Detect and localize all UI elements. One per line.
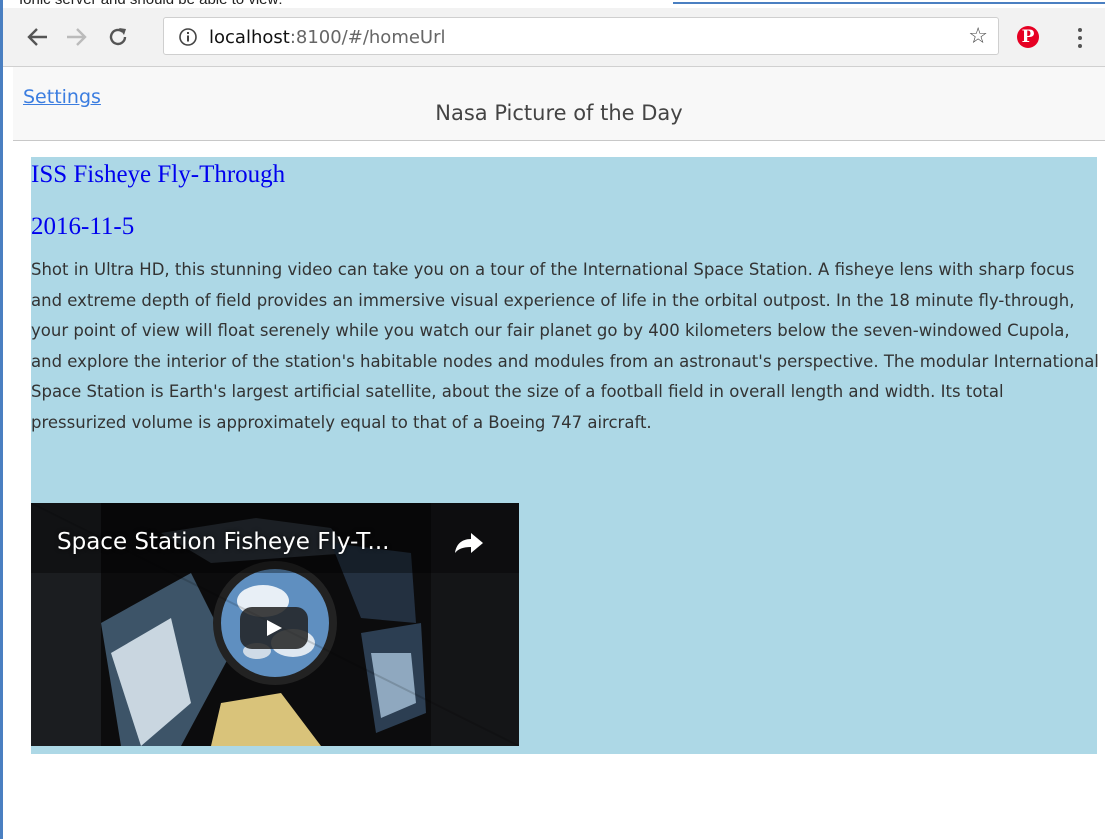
- apod-card: ISS Fisheye Fly-Through 2016-11-5 Shot i…: [31, 157, 1099, 754]
- pinterest-icon[interactable]: P: [1017, 26, 1039, 48]
- play-icon: [267, 620, 282, 636]
- reload-button[interactable]: [103, 22, 133, 52]
- info-icon[interactable]: [178, 27, 198, 47]
- url-text[interactable]: localhost:8100/#/homeUrl: [209, 27, 446, 48]
- apod-title: ISS Fisheye Fly-Through: [31, 161, 286, 188]
- menu-icon[interactable]: [1077, 26, 1083, 50]
- back-button[interactable]: [23, 22, 53, 52]
- top-document-strip: Ionic server and should be able to view:: [3, 0, 1105, 8]
- url-path: :8100/#/homeUrl: [289, 27, 446, 48]
- apod-description: Shot in Ultra HD, this stunning video ca…: [31, 260, 1099, 432]
- browser-toolbar: localhost:8100/#/homeUrl ☆ P: [3, 8, 1105, 67]
- apod-date: 2016-11-5: [31, 213, 135, 240]
- forward-button[interactable]: [61, 22, 91, 52]
- forward-arrow-icon: [67, 28, 87, 46]
- url-host: localhost: [209, 27, 290, 48]
- reload-icon: [109, 28, 127, 46]
- star-icon[interactable]: ☆: [968, 24, 988, 49]
- play-button[interactable]: [240, 607, 308, 649]
- app-header: Settings Nasa Picture of the Day: [13, 67, 1105, 141]
- share-icon[interactable]: [453, 531, 485, 555]
- clipped-document-text: Ionic server and should be able to view:: [19, 0, 283, 8]
- video-title[interactable]: Space Station Fisheye Fly-T...: [57, 529, 389, 555]
- window-edge-line: [673, 2, 1105, 4]
- window-left-border: [0, 0, 3, 839]
- video-player[interactable]: Space Station Fisheye Fly-T...: [31, 503, 519, 746]
- address-bar[interactable]: localhost:8100/#/homeUrl ☆: [163, 17, 999, 55]
- page-title: Nasa Picture of the Day: [435, 101, 683, 125]
- back-arrow-icon: [27, 28, 47, 46]
